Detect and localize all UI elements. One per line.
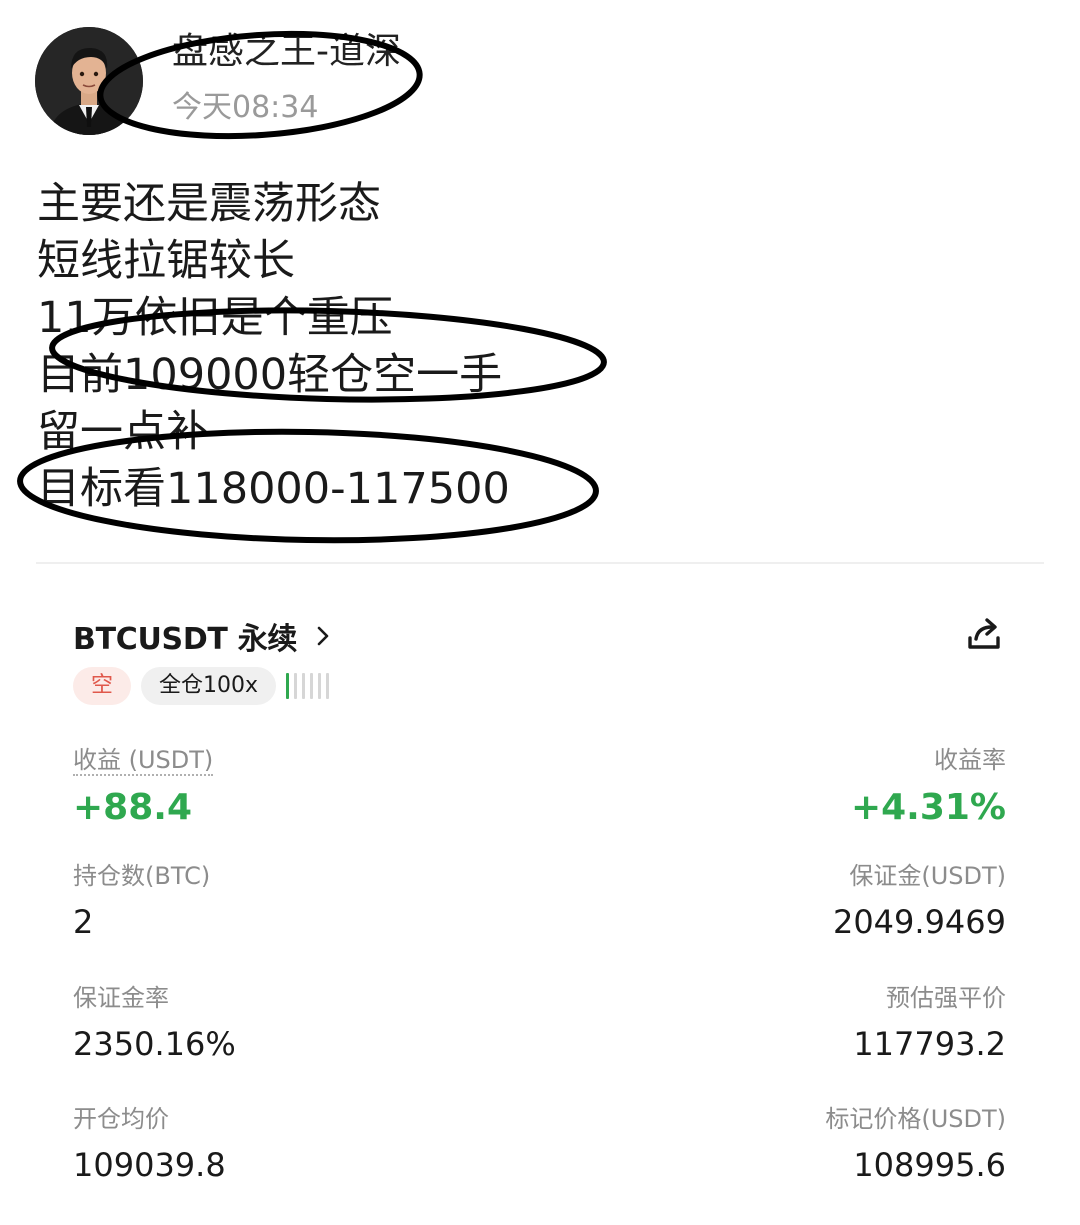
entry-price-value: 109039.8 [73,1146,226,1184]
entry-price-label: 开仓均价 [73,1105,169,1133]
risk-bar [302,673,306,699]
symbol-link[interactable]: BTCUSDT 永续 [73,614,335,658]
risk-bar [318,673,322,699]
margin-value: 2049.9469 [832,903,1006,941]
post-line: 11万依旧是个重压 [37,293,393,343]
position-size-value: 2 [73,903,94,941]
roe-label: 收益率 [934,746,1006,774]
post-line: 主要还是震荡形态 [37,179,381,229]
avatar[interactable] [35,27,143,135]
margin-ratio-value: 2350.16% [73,1025,236,1063]
position-card: BTCUSDT 永续 空 全仓100x 收益 (USDT) 收益率 +88.4 … [36,564,1044,1225]
position-size-label: 持仓数(BTC) [73,862,211,890]
side-badge: 空 [73,667,132,705]
position-tags: 空 全仓100x [73,667,330,705]
margin-mode-badge: 全仓100x [141,667,277,705]
post-timestamp: 今天08:34 [172,90,319,125]
margin-label: 保证金(USDT) [849,862,1006,890]
liquidation-price-value: 117793.2 [853,1025,1006,1063]
share-icon [968,618,1000,649]
avatar-portrait [35,27,143,135]
risk-bar [326,673,330,699]
chevron-right-icon [317,626,329,646]
pnl-value: +88.4 [73,787,192,828]
post-line: 目前109000轻仓空一手 [37,350,503,400]
mark-price-value: 108995.6 [853,1146,1006,1184]
post-line: 目标看118000-117500 [37,464,510,514]
username[interactable]: 盘感之王-道深 [172,28,401,76]
risk-bar [310,673,314,699]
margin-ratio-label: 保证金率 [73,984,169,1012]
post-line: 留一点补 [37,407,209,457]
risk-level-indicator [286,673,330,699]
liquidation-price-label: 预估强平价 [886,984,1006,1012]
mark-price-label: 标记价格(USDT) [825,1105,1006,1133]
risk-bar [286,673,290,699]
share-button[interactable] [964,614,1004,654]
post-line: 短线拉锯较长 [37,236,295,286]
pnl-label[interactable]: 收益 (USDT) [73,746,214,776]
roe-value: +4.31% [850,787,1006,828]
post-content: 主要还是震荡形态 短线拉锯较长 11万依旧是个重压 目前109000轻仓空一手 … [37,176,510,518]
symbol-name: BTCUSDT 永续 [73,622,298,657]
risk-bar [294,673,298,699]
